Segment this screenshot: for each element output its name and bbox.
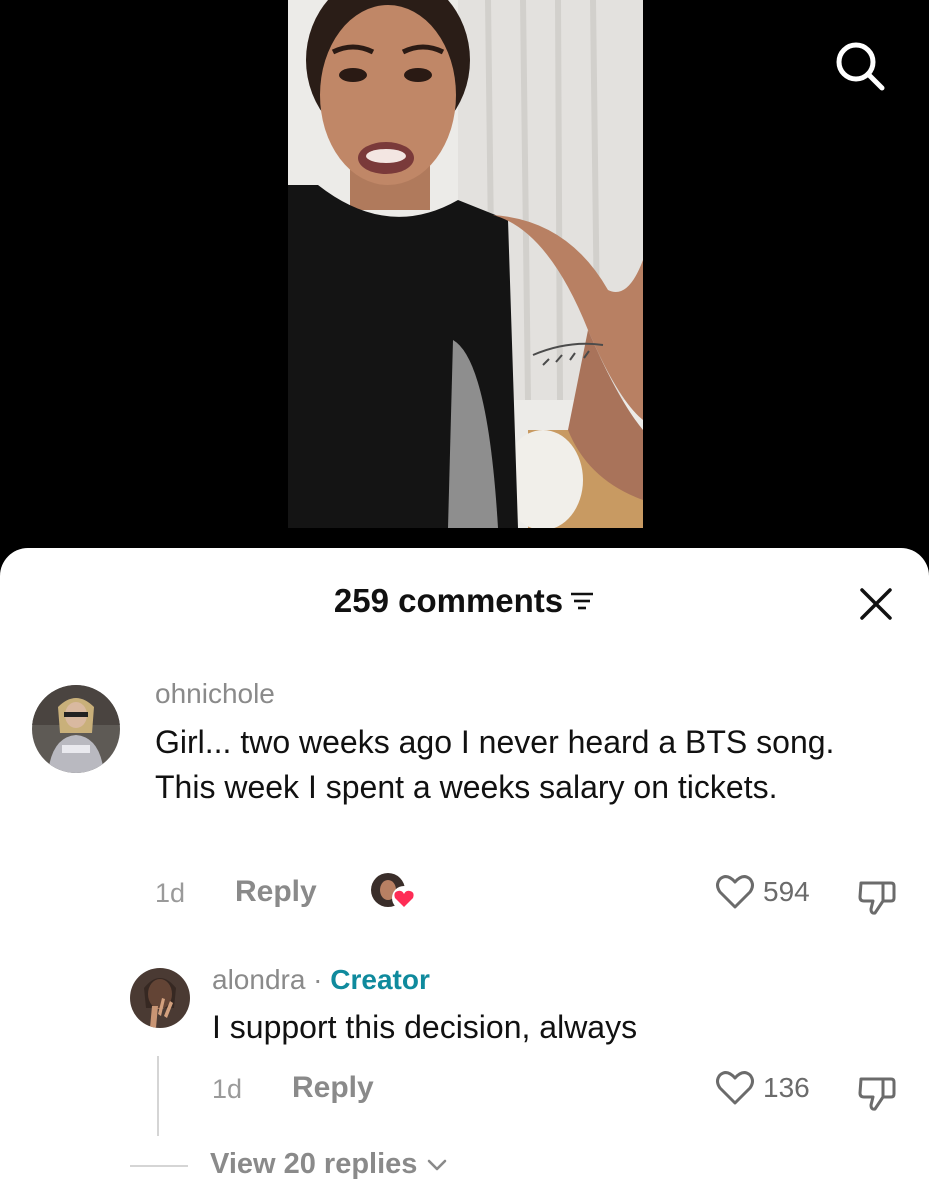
reply-text: I support this decision, always <box>212 1009 638 1045</box>
dislike-button[interactable] <box>857 1073 897 1118</box>
thumbs-down-icon <box>858 1077 896 1111</box>
reply-button[interactable]: Reply <box>235 875 317 909</box>
thumbs-down-icon <box>858 881 896 915</box>
like-count: 594 <box>763 876 810 907</box>
search-icon <box>836 42 885 91</box>
reply-button[interactable]: Reply <box>292 1071 374 1105</box>
chevron-down-icon <box>428 1159 447 1170</box>
view-replies-label: View 20 replies <box>210 1148 418 1180</box>
filter-icon <box>571 592 594 610</box>
sort-comments-button[interactable]: 259 comments <box>334 582 595 620</box>
comments-header: 259 comments <box>0 582 929 626</box>
avatar-image <box>32 685 120 773</box>
comment-username[interactable]: ohnichole <box>155 678 275 710</box>
avatar-image <box>130 968 190 1028</box>
creator-liked-badge <box>370 870 418 914</box>
creator-label: Creator <box>330 964 430 995</box>
like-count: 136 <box>763 1072 810 1103</box>
avatar[interactable] <box>130 968 190 1028</box>
comment-count-label: 259 comments <box>333 582 564 619</box>
close-icon <box>860 588 892 620</box>
comments-sheet: 259 comments ohnichole Girl... two weeks <box>0 548 929 1200</box>
search-button[interactable] <box>832 38 890 96</box>
creator-avatar-heart-icon <box>371 873 416 910</box>
reply-username-row: alondra · Creator <box>212 964 430 996</box>
video-thumbnail <box>288 0 643 528</box>
heart-icon <box>716 1071 754 1105</box>
like-button[interactable]: 136 <box>715 1069 810 1107</box>
avatar[interactable] <box>32 685 120 773</box>
username-separator: · <box>305 964 331 995</box>
thread-line <box>157 1056 159 1136</box>
comment-text: Girl... two weeks ago I never heard a BT… <box>155 724 835 805</box>
like-button[interactable]: 594 <box>715 873 810 911</box>
video-frame[interactable] <box>288 0 643 528</box>
heart-icon <box>716 875 754 909</box>
dislike-button[interactable] <box>857 877 897 922</box>
close-comments-button[interactable] <box>856 584 896 624</box>
comment-time: 1d <box>155 878 186 908</box>
video-player[interactable] <box>0 0 929 560</box>
reply-username[interactable]: alondra <box>212 964 305 995</box>
view-replies-button[interactable]: View 20 replies <box>210 1148 447 1181</box>
reply-time: 1d <box>212 1074 243 1104</box>
replies-divider <box>130 1165 188 1167</box>
